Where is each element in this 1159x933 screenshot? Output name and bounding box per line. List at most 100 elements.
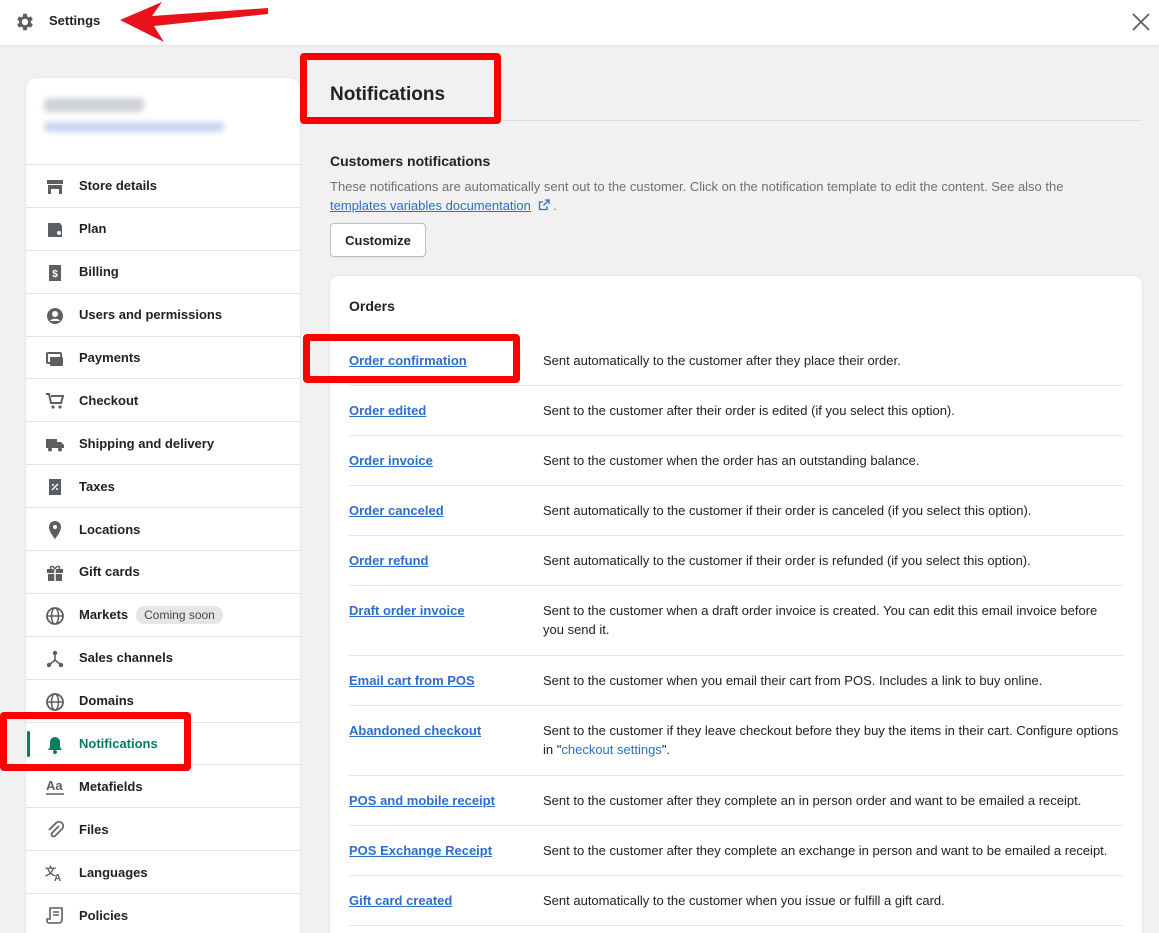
close-icon[interactable] <box>1129 10 1153 34</box>
payments-icon <box>46 351 63 366</box>
notification-description: Sent to the customer when a draft order … <box>543 603 1098 637</box>
notification-description: Sent to the customer when you email thei… <box>543 673 1043 688</box>
notification-description: Sent to the customer after their order i… <box>543 403 955 418</box>
sidebar-item-policies[interactable]: Policies <box>26 894 300 933</box>
sidebar-item-label: Sales channels <box>79 650 173 666</box>
section-description: These notifications are automatically se… <box>330 177 1130 215</box>
section-description-text: These notifications are automatically se… <box>330 179 1064 194</box>
notification-link-pos-and-mobile-receipt[interactable]: POS and mobile receipt <box>349 793 495 808</box>
notification-row: Gift card created Sent automatically to t… <box>349 876 1123 926</box>
notification-description: Sent automatically to the customer if th… <box>543 503 1032 518</box>
sidebar-item-label: Billing <box>79 264 119 280</box>
sidebar-item-notifications[interactable]: Notifications <box>26 723 300 766</box>
location-icon <box>49 521 61 540</box>
bell-icon <box>48 736 62 754</box>
store-url-blurred <box>44 122 224 132</box>
metafields-icon: Aa <box>46 778 64 796</box>
notification-link-order-edited[interactable]: Order edited <box>349 403 426 418</box>
sidebar-item-taxes[interactable]: Taxes <box>26 465 300 509</box>
external-link-icon[interactable] <box>538 199 550 211</box>
notification-description: Sent automatically to the customer if th… <box>543 553 1031 568</box>
notification-link-gift-card-created[interactable]: Gift card created <box>349 893 452 908</box>
notification-description: Sent to the customer if they leave check… <box>543 721 1121 759</box>
annotation-arrow <box>120 2 268 42</box>
sidebar-item-files[interactable]: Files <box>26 808 300 852</box>
globe-icon <box>46 692 64 711</box>
notification-row: Draft order invoice Sent to the customer … <box>349 586 1123 656</box>
sidebar-item-gift-cards[interactable]: Gift cards <box>26 551 300 594</box>
sidebar-item-label: Markets <box>79 607 129 623</box>
sidebar-item-label: Payments <box>79 350 141 365</box>
sidebar-item-languages[interactable]: 文 A Languages <box>26 851 300 895</box>
notification-description: Sent automatically to the customer when … <box>543 893 945 908</box>
notification-row: Order invoice Sent to the customer when t… <box>349 436 1123 486</box>
notification-link-order-refund[interactable]: Order refund <box>349 553 428 568</box>
truck-icon <box>46 439 64 452</box>
sidebar-item-label: Languages <box>79 864 148 880</box>
notification-description: Sent to the customer when the order has … <box>543 453 920 468</box>
notification-link-email-cart-from-pos[interactable]: Email cart from POS <box>349 673 475 688</box>
sidebar-item-store-details[interactable]: Store details <box>26 165 300 208</box>
doc-link-suffix: . <box>553 198 557 213</box>
notification-link-abandoned-checkout[interactable]: Abandoned checkout <box>349 723 481 738</box>
coming-soon-badge: Coming soon <box>136 605 223 624</box>
sidebar-item-domains[interactable]: Domains <box>26 680 300 723</box>
notification-link-draft-order-invoice[interactable]: Draft order invoice <box>349 603 465 618</box>
sidebar-item-billing[interactable]: $ Billing <box>26 251 300 294</box>
sidebar-item-sales-channels[interactable]: Sales channels <box>26 637 300 680</box>
taxes-icon <box>49 479 61 496</box>
sidebar-item-users-and-permissions[interactable]: Users and permissions <box>26 294 300 337</box>
store-icon <box>47 180 63 194</box>
sidebar-item-locations[interactable]: Locations <box>26 508 300 552</box>
page-title: Notifications <box>330 84 446 105</box>
sidebar-item-label: Plan <box>79 221 107 237</box>
notification-link-order-canceled[interactable]: Order canceled <box>349 503 444 518</box>
notification-link-order-confirmation[interactable]: Order confirmation <box>349 353 467 368</box>
description-suffix: ". <box>661 742 671 757</box>
settings-sidebar: Store details Plan $ Billing Users and permi… <box>26 78 300 933</box>
sidebar-item-markets[interactable]: Markets Coming soon <box>26 594 300 637</box>
notification-row: Order confirmation Sent automatically to … <box>349 336 1123 386</box>
svg-text:Aa: Aa <box>46 778 63 793</box>
sidebar-item-label: Policies <box>79 907 129 923</box>
svg-text:A: A <box>54 873 61 883</box>
sidebar-item-label: Users and permissions <box>79 307 223 323</box>
notification-row: POS Exchange Receipt Sent to the customer… <box>349 826 1123 876</box>
notification-row: POS and mobile receipt Sent to the custom… <box>349 776 1123 826</box>
top-bar: Settings <box>0 0 1159 46</box>
user-icon <box>47 307 63 324</box>
notification-link-order-invoice[interactable]: Order invoice <box>349 453 433 468</box>
notification-row: Order canceled Sent automatically to the … <box>349 486 1123 536</box>
sidebar-item-label: Notifications <box>79 736 158 752</box>
sidebar-item-metafields[interactable]: Aa Metafields <box>26 765 300 809</box>
orders-title: Orders <box>349 298 395 314</box>
store-header[interactable] <box>26 78 300 165</box>
sidebar-item-payments[interactable]: Payments <box>26 337 300 380</box>
sidebar-item-label: Gift cards <box>79 564 140 580</box>
gift-icon <box>47 565 63 582</box>
notification-row: Order refund Sent automatically to the cu… <box>349 536 1123 586</box>
templates-docs-link[interactable]: templates variables documentation <box>330 198 531 213</box>
gear-icon <box>17 13 33 31</box>
notification-row: Email cart from POS Sent to the customer … <box>349 656 1123 706</box>
sidebar-item-label: Shipping and delivery <box>79 435 215 451</box>
sidebar-item-label: Locations <box>79 521 141 537</box>
sidebar-nav: Store details Plan $ Billing Users and permi… <box>26 165 300 933</box>
translate-icon: 文A <box>45 864 61 883</box>
sidebar-item-label: Files <box>79 821 109 837</box>
notification-description: Sent automatically to the customer after… <box>543 353 901 368</box>
sidebar-item-shipping-and-delivery[interactable]: Shipping and delivery <box>26 422 300 466</box>
notification-description: Sent to the customer after they complete… <box>543 843 1108 858</box>
notification-row: Abandoned checkout Sent to the customer i… <box>349 706 1123 776</box>
customize-button[interactable]: Customize <box>330 223 426 257</box>
plan-icon <box>48 222 62 237</box>
sidebar-item-label: Metafields <box>79 778 143 794</box>
orders-card: Orders Order confirmation Sent automatica… <box>330 276 1142 933</box>
sidebar-item-checkout[interactable]: Checkout <box>26 379 300 423</box>
orders-list: Order confirmation Sent automatically to … <box>349 336 1123 926</box>
sidebar-item-plan[interactable]: Plan <box>26 208 300 251</box>
checkout-settings-link[interactable]: checkout settings <box>561 742 661 757</box>
notification-link-pos-exchange-receipt[interactable]: POS Exchange Receipt <box>349 843 492 858</box>
store-name-blurred <box>44 98 144 112</box>
channels-icon <box>46 650 64 667</box>
